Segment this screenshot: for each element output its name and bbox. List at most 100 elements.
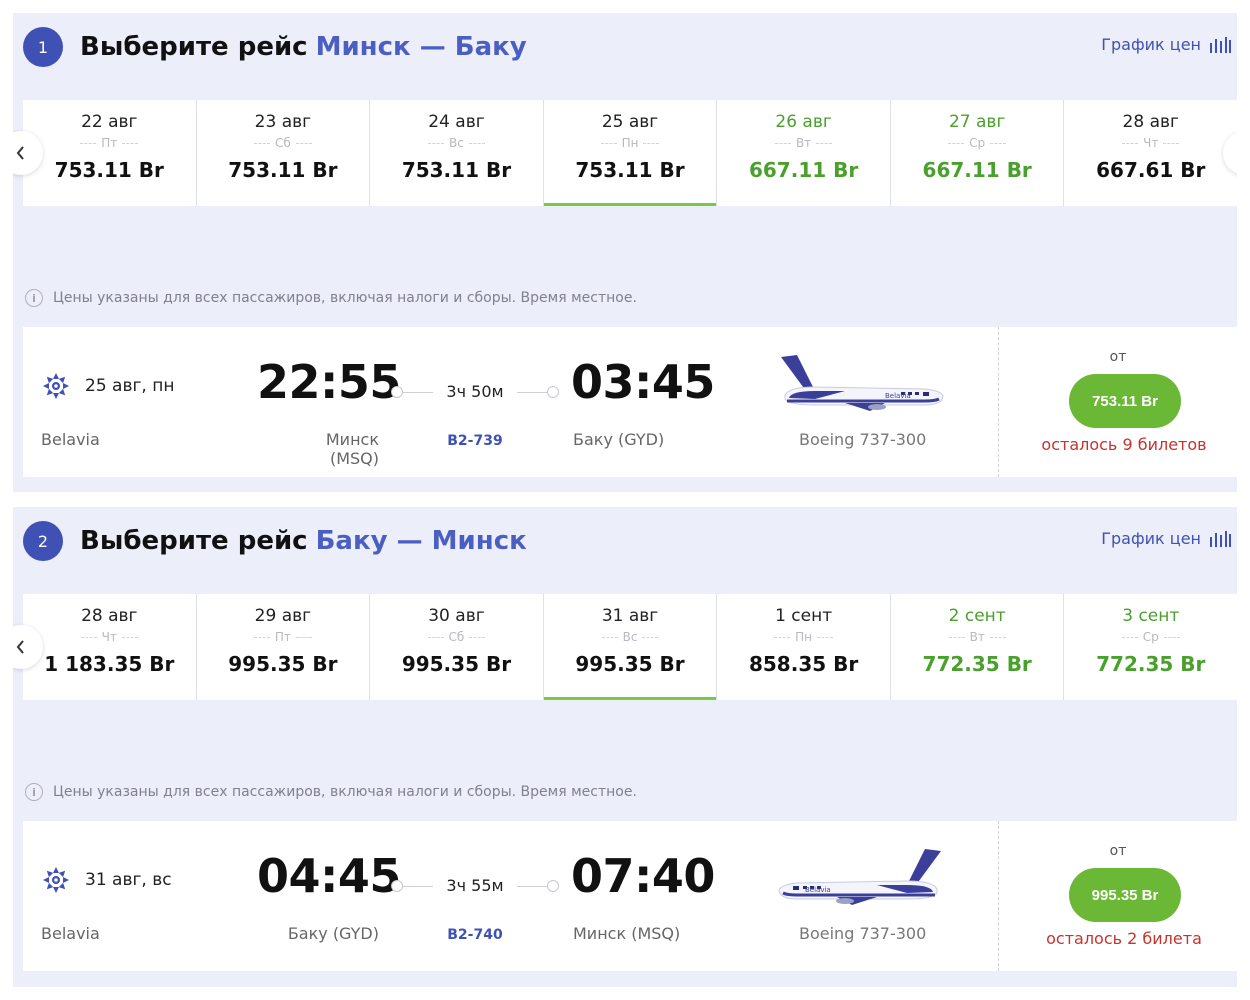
bar-chart-icon [1210, 36, 1231, 53]
route-text: Минск — Баку [315, 32, 527, 62]
date-label: 25 авг [601, 112, 659, 132]
date-cell[interactable]: 27 авг Ср 667.11 Br [891, 100, 1065, 206]
date-label: 24 авг [428, 112, 485, 132]
arrival-airport: Минск (MSQ) [573, 924, 681, 943]
date-label: 2 сент [948, 606, 1006, 626]
route-text: Баку — Минск [315, 526, 527, 556]
weekday-label: Чт [1117, 136, 1184, 150]
weekday-label: Пн [596, 136, 665, 150]
flight-number-link[interactable]: B2-739 [433, 433, 517, 449]
date-cell[interactable]: 31 авг Вс 995.35 Br [543, 594, 718, 700]
date-price: 753.11 Br [228, 158, 338, 182]
chevron-left-icon [16, 640, 24, 654]
select-price-button[interactable]: 753.11 Br [1069, 374, 1181, 428]
date-cell[interactable]: 28 авг Чт 1 183.35 Br [23, 594, 197, 700]
departure-dot [391, 386, 403, 398]
weekday-label: Пт [75, 136, 143, 150]
date-label: 22 авг [81, 112, 138, 132]
date-cell[interactable]: 24 авг Вс 753.11 Br [370, 100, 544, 206]
date-price: 753.11 Br [575, 158, 685, 182]
date-price: 667.11 Br [922, 158, 1032, 182]
airplane-icon: Belavia [781, 355, 944, 411]
date-label: 1 сент [775, 606, 833, 626]
date-cell[interactable]: 30 авг Сб 995.35 Br [370, 594, 544, 700]
aircraft-model: Boeing 737-300 [799, 924, 927, 943]
date-cell[interactable]: 28 авг Чт 667.61 Br [1064, 100, 1237, 206]
info-text: Цены указаны для всех пассажиров, включа… [53, 290, 637, 306]
date-price: 995.35 Br [228, 652, 338, 676]
chevron-left-icon [16, 146, 24, 160]
weekday-label: Чт [76, 630, 143, 644]
info-icon: i [25, 289, 43, 307]
date-price: 995.35 Br [401, 652, 512, 676]
info-text: Цены указаны для всех пассажиров, включа… [53, 784, 637, 800]
plane-logo-text: Belavia [805, 886, 831, 894]
arrival-time: 03:45 [571, 355, 715, 409]
date-price: 667.11 Br [748, 158, 859, 182]
weekday-label: Ср [1117, 630, 1185, 644]
date-cell[interactable]: 29 авг Пт 995.35 Br [197, 594, 371, 700]
date-cell[interactable]: 2 сент Вт 772.35 Br [891, 594, 1065, 700]
airplane-icon: Belavia [778, 849, 941, 905]
weekday-label: Пн [769, 630, 838, 644]
seats-left-text: осталось 2 билета [1046, 929, 1202, 948]
bar-chart-icon [1210, 530, 1231, 547]
weekday-label: Вт [770, 136, 837, 150]
date-label: 23 авг [254, 112, 312, 132]
flight-card[interactable]: 25 авг, пн Belavia 22:55 Минск (MSQ) 3ч … [23, 327, 1237, 477]
date-cell[interactable]: 25 авг Пн 753.11 Br [543, 100, 718, 206]
weekday-label: Ср [943, 136, 1011, 150]
title-text: Выберите рейс [80, 32, 308, 62]
weekday-label: Сб [423, 630, 491, 644]
date-price: 753.11 Br [54, 158, 164, 182]
flight-date: 31 авг, вс [85, 870, 172, 890]
price-chart-link[interactable]: График цен [1101, 529, 1231, 548]
plane-logo-text: Belavia [885, 392, 911, 400]
seats-left-text: осталось 9 билетов [1041, 435, 1207, 454]
section-title: Выберите рейс Минск — Баку [80, 27, 527, 67]
date-price: 753.11 Br [401, 158, 512, 182]
date-selector: 28 авг Чт 1 183.35 Br 29 авг Пт 995.35 Br 30… [23, 594, 1237, 700]
price-chart-link[interactable]: График цен [1101, 35, 1231, 54]
flight-number-link[interactable]: B2-740 [433, 927, 517, 943]
date-price: 772.35 Br [922, 652, 1032, 676]
departure-airport: Минск (MSQ) [325, 430, 379, 468]
date-cell[interactable]: 1 сент Пн 858.35 Br [717, 594, 891, 700]
date-price: 667.61 Br [1096, 158, 1206, 182]
date-label: 28 авг [1122, 112, 1179, 132]
date-cell[interactable]: 3 сент Ср 772.35 Br [1064, 594, 1237, 700]
date-cell[interactable]: 26 авг Вт 667.11 Br [717, 100, 891, 206]
flight-date: 25 авг, пн [85, 376, 175, 396]
date-label: 27 авг [948, 112, 1006, 132]
date-price: 772.35 Br [1096, 652, 1206, 676]
date-label: 3 сент [1122, 606, 1180, 626]
departure-time: 22:55 [257, 355, 401, 409]
date-cell[interactable]: 22 авг Пт 753.11 Br [23, 100, 197, 206]
date-label: 30 авг [428, 606, 485, 626]
arrival-time: 07:40 [571, 849, 715, 903]
arrival-airport: Баку (GYD) [573, 430, 665, 449]
date-cell[interactable]: 23 авг Сб 753.11 Br [197, 100, 371, 206]
airline-name: Belavia [41, 924, 100, 943]
title-text: Выберите рейс [80, 526, 308, 556]
airline-name: Belavia [41, 430, 100, 449]
arrival-dot [547, 880, 559, 892]
flight-duration: 3ч 50м [433, 382, 517, 401]
date-price: 1 183.35 Br [44, 652, 175, 676]
belavia-logo-icon [43, 373, 69, 399]
price-info-note: i Цены указаны для всех пассажиров, вклю… [25, 289, 637, 307]
price-info-note: i Цены указаны для всех пассажиров, вклю… [25, 783, 637, 801]
step-badge: 1 [23, 27, 63, 67]
from-label: от [1109, 349, 1127, 365]
price-chart-label: График цен [1101, 529, 1201, 548]
select-price-button[interactable]: 995.35 Br [1069, 868, 1181, 922]
section-title: Выберите рейс Баку — Минск [80, 521, 527, 561]
weekday-label: Вс [423, 136, 490, 150]
outbound-section: 1 Выберите рейс Минск — Баку График цен … [13, 13, 1237, 492]
flight-card[interactable]: 31 авг, вс Belavia 04:45 Баку (GYD) 3ч 5… [23, 821, 1237, 971]
date-label: 28 авг [81, 606, 138, 626]
date-price: 858.35 Br [748, 652, 859, 676]
info-icon: i [25, 783, 43, 801]
weekday-label: Сб [249, 136, 317, 150]
date-label: 26 авг [775, 112, 832, 132]
